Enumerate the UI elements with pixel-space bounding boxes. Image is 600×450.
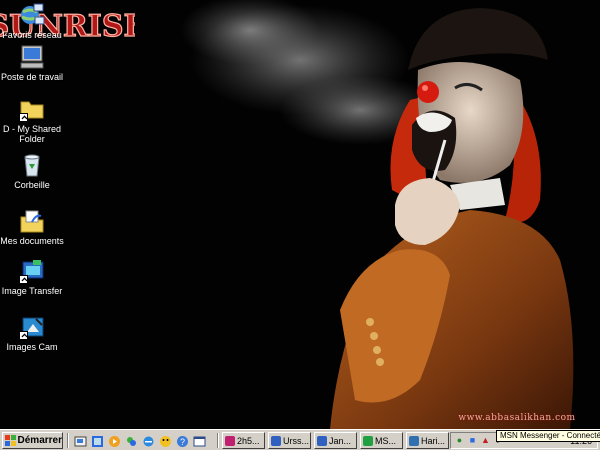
start-label: Démarrer bbox=[17, 435, 62, 446]
tray-tooltip: MSN Messenger - Connecté bbox=[496, 430, 600, 442]
task-button-label: Hari... bbox=[421, 435, 446, 446]
windows-logo-icon bbox=[5, 435, 16, 446]
smiley-icon[interactable] bbox=[157, 433, 173, 449]
tray-antivirus-icon[interactable]: ▲ bbox=[480, 435, 491, 446]
shortcut-arrow-icon bbox=[19, 331, 28, 340]
window-icon[interactable] bbox=[191, 433, 207, 449]
task-button-label: 2h5... bbox=[237, 435, 260, 446]
icon-label: Poste de travail bbox=[0, 72, 64, 82]
shared-folder-icon bbox=[19, 96, 45, 122]
quick-launch-bar: ? bbox=[72, 433, 207, 449]
shortcut-arrow-icon bbox=[19, 113, 28, 122]
icon-label: Mes documents bbox=[0, 236, 64, 246]
desktop-wallpaper: SUNRISE www.abbasalikhan.com bbox=[0, 0, 600, 429]
my-computer-icon bbox=[19, 44, 45, 70]
task-button-label: Urss... bbox=[283, 435, 309, 446]
task-button[interactable]: Jan... bbox=[314, 432, 357, 449]
help-icon[interactable]: ? bbox=[174, 433, 190, 449]
ie-icon[interactable] bbox=[89, 433, 105, 449]
images-cam-icon bbox=[19, 314, 45, 340]
image-transfer-icon bbox=[19, 258, 45, 284]
ie-icon bbox=[317, 435, 327, 446]
network-places-icon bbox=[19, 2, 45, 28]
app-icon bbox=[225, 435, 235, 446]
watermark-url: www.abbasalikhan.com bbox=[458, 413, 576, 423]
taskbar-separator bbox=[217, 433, 219, 448]
shortcut-arrow-icon bbox=[19, 275, 28, 284]
task-button[interactable]: Urss... bbox=[268, 432, 311, 449]
icon-label: Favoris réseau bbox=[2, 30, 62, 40]
taskbar-separator bbox=[67, 433, 69, 448]
desktop-icon-my-documents[interactable]: Mes documents bbox=[0, 208, 64, 246]
icon-label: D - My Shared Folder bbox=[2, 124, 62, 144]
messenger-icon[interactable] bbox=[123, 433, 139, 449]
tray-network-icon[interactable]: ■ bbox=[467, 435, 478, 446]
ie-e-icon[interactable] bbox=[140, 433, 156, 449]
start-button[interactable]: Démarrer bbox=[2, 432, 63, 449]
icon-label: Image Transfer bbox=[1, 286, 63, 296]
wallpaper-clown-photo bbox=[180, 0, 574, 429]
task-button-label: Jan... bbox=[329, 435, 352, 446]
task-button[interactable]: 2h5... bbox=[222, 432, 265, 449]
task-button-label: MS... bbox=[375, 435, 397, 446]
desktop-icon-my-computer[interactable]: Poste de travail bbox=[0, 44, 64, 82]
desktop-icon-network-places[interactable]: Favoris réseau bbox=[0, 2, 64, 40]
task-button[interactable]: Hari... bbox=[406, 432, 449, 449]
icon-label: Images Cam bbox=[6, 342, 58, 352]
recycle-bin-icon bbox=[19, 152, 45, 178]
desktop-icon-images-cam[interactable]: Images Cam bbox=[0, 314, 64, 352]
tray-messenger-icon[interactable]: ● bbox=[454, 435, 465, 446]
media-player-icon[interactable] bbox=[106, 433, 122, 449]
show-desktop-icon[interactable] bbox=[72, 433, 88, 449]
ie-icon bbox=[271, 435, 281, 446]
messenger-icon bbox=[363, 435, 373, 446]
desktop-icon-shared-folder[interactable]: D - My Shared Folder bbox=[0, 96, 64, 144]
task-button-list: 2h5... Urss... Jan... MS... Hari... bbox=[222, 432, 449, 449]
task-button[interactable]: MS... bbox=[360, 432, 403, 449]
app-icon bbox=[409, 435, 419, 446]
my-documents-icon bbox=[19, 208, 45, 234]
desktop-icon-recycle-bin[interactable]: Corbeille bbox=[0, 152, 64, 190]
svg-text:?: ? bbox=[179, 437, 184, 447]
icon-label: Corbeille bbox=[14, 180, 50, 190]
desktop-icon-image-transfer[interactable]: Image Transfer bbox=[0, 258, 64, 296]
